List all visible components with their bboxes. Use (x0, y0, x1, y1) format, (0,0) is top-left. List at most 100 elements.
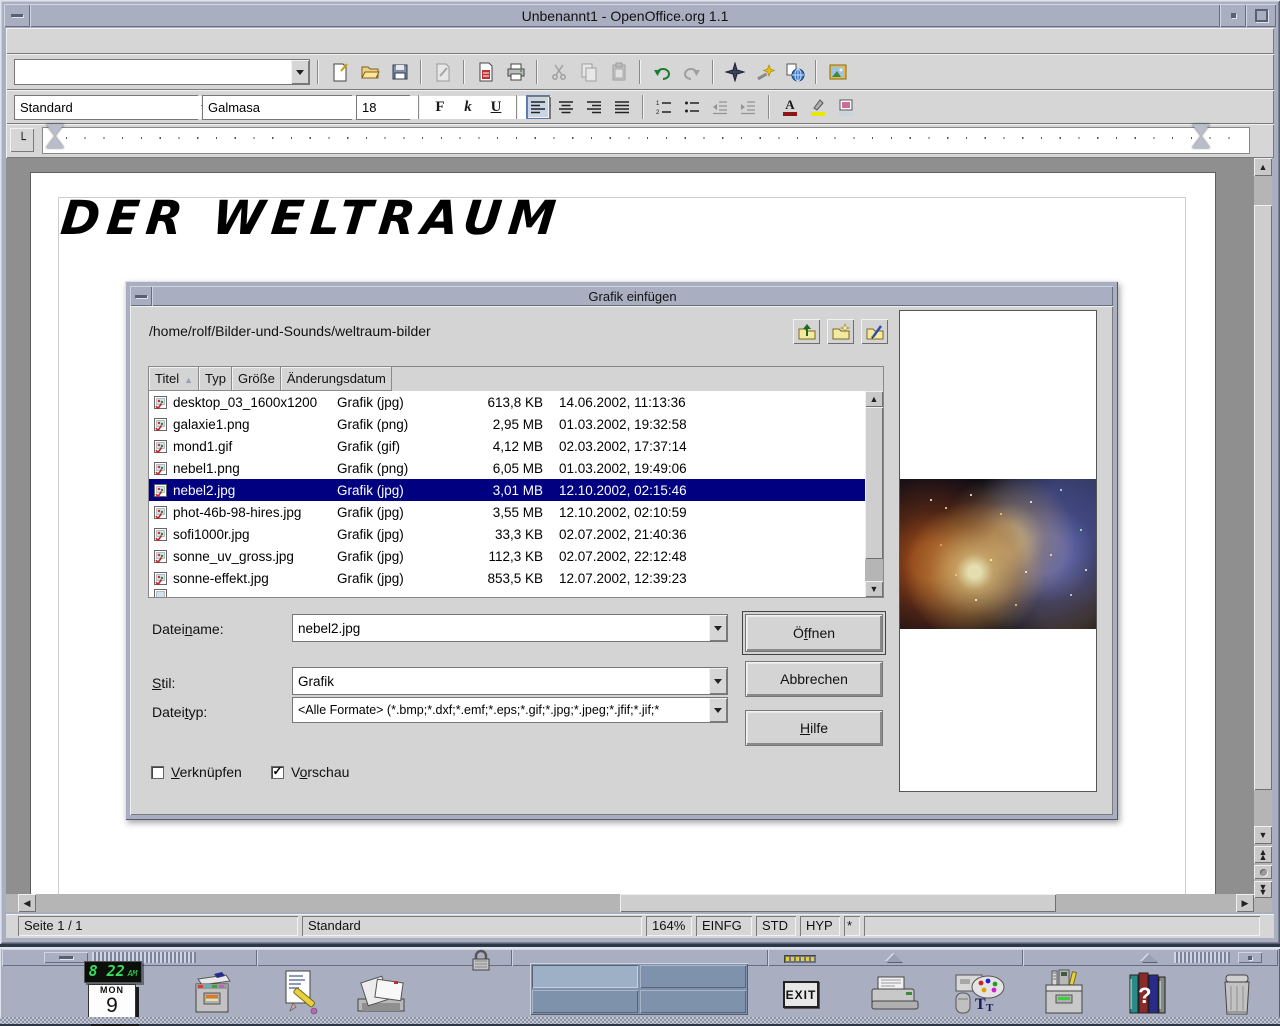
horizontal-scrollbar[interactable]: ◀ ▶ (6, 894, 1254, 912)
underline-button[interactable]: U (484, 95, 508, 119)
scroll-right-button[interactable]: ▶ (1236, 894, 1254, 912)
print-button[interactable] (502, 59, 529, 85)
vertical-scroll-thumb[interactable] (1254, 205, 1272, 790)
edit-file-button[interactable] (429, 59, 456, 85)
align-left-button[interactable] (526, 95, 550, 119)
new-document-button[interactable] (326, 59, 353, 85)
exit-button[interactable]: EXIT (783, 981, 819, 1008)
right-indent-marker[interactable] (1192, 124, 1210, 148)
scroll-up-button[interactable]: ▲ (1254, 158, 1272, 176)
menu-item[interactable] (60, 38, 80, 44)
status-selection-mode[interactable]: STD (756, 916, 796, 936)
status-insert-mode[interactable]: EINFG (696, 916, 752, 936)
panel-strip-section[interactable] (1023, 949, 1278, 966)
workspace-button[interactable] (640, 965, 746, 988)
left-indent-marker[interactable] (46, 124, 64, 148)
style-input[interactable] (293, 668, 709, 694)
dialog-menu-button[interactable] (130, 286, 152, 306)
status-hyperlink-mode[interactable]: HYP (800, 916, 840, 936)
menu-item[interactable] (170, 38, 190, 44)
numbered-list-button[interactable]: 12 (652, 95, 676, 119)
list-scroll-thumb[interactable] (865, 407, 883, 559)
next-page-button[interactable]: ▼ ▼ (1254, 881, 1272, 898)
align-right-button[interactable] (582, 95, 606, 119)
open-button[interactable] (356, 59, 383, 85)
column-header[interactable]: Änderungsdatum▲ (281, 367, 392, 391)
align-center-button[interactable] (554, 95, 578, 119)
column-header[interactable]: Typ▲ (199, 367, 232, 391)
menu-item[interactable] (82, 38, 102, 44)
column-header[interactable]: Titel ▲ (149, 367, 199, 391)
file-row[interactable]: sonne_uv_gross.jpg Grafik (jpg) 112,3 KB… (149, 545, 867, 567)
filename-input[interactable] (293, 615, 709, 641)
previous-page-button[interactable]: ▲ ▲ (1254, 846, 1272, 863)
window-titlebar[interactable]: Unbenannt1 - OpenOffice.org 1.1 (4, 4, 1276, 27)
save-button[interactable] (386, 59, 413, 85)
file-row[interactable]: nebel1.png Grafik (png) 6,05 MB 01.03.20… (149, 457, 867, 479)
mailer-button[interactable] (354, 973, 408, 1015)
help-viewer-button[interactable]: ? (1124, 971, 1172, 1017)
maximize-button[interactable] (1246, 4, 1276, 27)
horizontal-ruler[interactable]: └ (6, 124, 1274, 158)
filetype-combobox[interactable] (292, 697, 728, 723)
workspace-button[interactable] (640, 990, 746, 1013)
cut-button[interactable] (545, 59, 572, 85)
lock-button[interactable] (468, 949, 494, 973)
scroll-left-button[interactable]: ◀ (18, 894, 36, 912)
filetype-dropdown-button[interactable] (709, 698, 727, 722)
printer-button[interactable] (866, 973, 922, 1015)
clock-widget[interactable]: 8 22 AM (84, 961, 142, 983)
list-scroll-down-button[interactable]: ▼ (865, 581, 883, 597)
text-editor-button[interactable] (278, 967, 320, 1017)
highlighting-button[interactable] (806, 95, 830, 119)
decrease-indent-button[interactable] (708, 95, 732, 119)
menu-item[interactable] (104, 38, 124, 44)
dialog-checkbox[interactable]: ✓ Verknüpfen (151, 764, 242, 780)
file-row[interactable]: mond1.gif Grafik (gif) 4,12 MB 02.03.200… (149, 435, 867, 457)
style-manager-button[interactable]: T T (948, 971, 1008, 1017)
up-one-level-button[interactable] (793, 319, 820, 344)
menu-item[interactable] (38, 38, 58, 44)
italic-button[interactable]: k (456, 95, 480, 119)
file-row[interactable]: phot-46b-98-hires.jpg Grafik (jpg) 3,55 … (149, 501, 867, 523)
url-combobox[interactable] (14, 59, 310, 85)
dialog-checkbox[interactable]: ✓ Vorschau (271, 764, 349, 780)
url-dropdown-button[interactable] (291, 60, 309, 84)
stylist-button[interactable] (751, 59, 778, 85)
list-scroll-up-button[interactable]: ▲ (865, 391, 883, 407)
navigator-button[interactable] (721, 59, 748, 85)
application-manager-button[interactable] (1038, 969, 1090, 1017)
filename-combobox[interactable] (292, 614, 728, 642)
file-manager-button[interactable] (188, 969, 236, 1015)
window-menu-button[interactable] (4, 4, 30, 27)
font-name-combobox[interactable] (202, 94, 397, 120)
file-row[interactable]: nebel2.jpg Grafik (jpg) 3,01 MB 12.10.20… (149, 479, 867, 501)
navigation-button[interactable] (1254, 865, 1272, 879)
checkbox-box[interactable]: ✓ (151, 765, 164, 779)
minimize-button[interactable] (1220, 4, 1246, 27)
increase-indent-button[interactable] (736, 95, 760, 119)
horizontal-scroll-thumb[interactable] (620, 894, 1056, 912)
paste-button[interactable] (605, 59, 632, 85)
gallery-button[interactable] (824, 59, 851, 85)
filename-dropdown-button[interactable] (709, 615, 727, 641)
tab-stop-type-button[interactable]: └ (10, 128, 34, 152)
help-button[interactable]: Hilfe (745, 710, 883, 746)
hyperlink-button[interactable] (781, 59, 808, 85)
url-input[interactable] (15, 60, 291, 84)
document-heading[interactable]: DER WELTRAUM (58, 191, 565, 246)
style-dropdown-button[interactable] (709, 668, 727, 694)
default-directory-button[interactable] (861, 319, 888, 344)
panel-minimize-handle[interactable] (1238, 952, 1263, 963)
filetype-input[interactable] (293, 698, 709, 722)
status-zoom[interactable]: 164% (646, 916, 692, 936)
style-combobox[interactable] (292, 667, 728, 695)
file-row[interactable]: desktop_03_1600x1200 Grafik (jpg) 613,8 … (149, 391, 867, 413)
workspace-button[interactable] (532, 965, 638, 988)
paragraph-style-input[interactable] (15, 95, 201, 119)
panel-minimize-handle[interactable] (44, 952, 88, 963)
workspace-button[interactable] (532, 990, 638, 1013)
panel-handle[interactable] (1174, 952, 1231, 963)
subpanel-arrow-icon[interactable] (885, 954, 902, 962)
status-page-style[interactable]: Standard (302, 916, 642, 936)
